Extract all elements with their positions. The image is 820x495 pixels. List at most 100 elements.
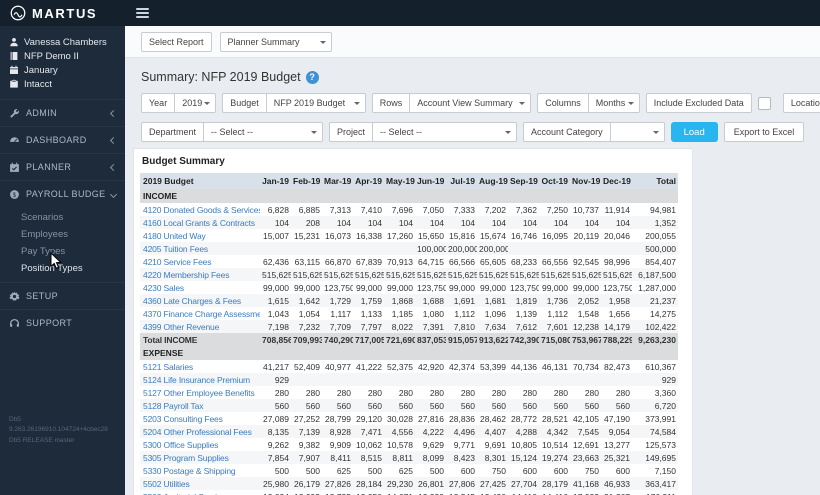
select-report-button[interactable]: Select Report — [141, 31, 212, 52]
row-total: 200,055 — [645, 230, 676, 241]
account-link[interactable]: 5203 Consulting Fees — [143, 414, 223, 424]
report-select[interactable]: Planner Summary — [219, 31, 332, 52]
sidebar-item-dashboard[interactable]: DASHBOARD — [0, 126, 125, 153]
year-select[interactable]: 2019 — [174, 93, 217, 113]
help-icon[interactable]: ? — [305, 70, 319, 84]
month-value: 1,096 — [484, 308, 506, 319]
month-value: 20,119 — [573, 230, 599, 241]
sidebar-item-admin[interactable]: ADMIN — [0, 99, 125, 126]
month-value: 1,117 — [330, 308, 351, 319]
month-value: 53,399 — [480, 361, 506, 372]
row-total: 1,287,000 — [638, 282, 676, 293]
month-value: 717,005 — [353, 333, 384, 346]
include-excluded-checkbox[interactable] — [757, 96, 771, 110]
sidebar-user-info: Vanessa Chambers NFP Demo II January Intacc… — [0, 26, 125, 99]
month-value: 16,095 — [542, 230, 568, 241]
account-link[interactable]: 4230 Sales — [143, 283, 184, 293]
month-value: 99,000 — [449, 282, 475, 293]
sidebar-item-planner[interactable]: PLANNER — [0, 153, 125, 180]
month-value: 41,168 — [570, 477, 601, 490]
account-link[interactable]: 5128 Payroll Tax — [143, 401, 203, 411]
month-value: 7,601 — [539, 320, 570, 333]
columns-select[interactable]: Months — [587, 93, 640, 113]
sidebar-subitem-position-types[interactable]: Position Types — [0, 260, 125, 277]
project-label: Project — [329, 122, 373, 142]
month-value: 560 — [322, 399, 353, 412]
account-link[interactable]: 5204 Other Professional Fees — [143, 427, 252, 437]
sidebar-submenu: Scenarios Employees Pay Types Position Type… — [0, 207, 125, 282]
account-link[interactable]: 5124 Life Insurance Premium — [143, 375, 250, 385]
account-link[interactable]: 5127 Other Employee Benefits — [143, 388, 255, 398]
month-value: 280 — [584, 387, 599, 398]
month-value: 750 — [584, 465, 599, 476]
sidebar-item-setup[interactable]: SETUP — [0, 282, 125, 309]
version-line: Db5 RELEASE master — [9, 436, 75, 444]
columns-label: Columns — [537, 93, 588, 113]
row-total: 7,150 — [654, 465, 676, 476]
rows-select[interactable]: Account View Summary — [409, 93, 532, 113]
book-icon — [9, 51, 19, 61]
account-link[interactable]: 5300 Office Supplies — [143, 440, 218, 450]
month-value: 13,735 — [322, 490, 353, 495]
user-info-user-name: Vanessa Chambers — [9, 35, 121, 49]
project-select[interactable]: -- Select -- — [372, 122, 518, 142]
sidebar-item-support[interactable]: SUPPORT — [0, 309, 125, 336]
table-row: 5121 Salaries 41,217 52,409 40,977 41,222 52,… — [140, 360, 678, 373]
filter-row-2: Department -- Select -- Project -- Selec… — [141, 122, 812, 142]
month-value: 7,050 — [422, 204, 444, 215]
month-value: 1,681 — [477, 294, 508, 307]
month-value: 1,080 — [422, 308, 444, 319]
account-link[interactable]: 4180 United Way — [143, 231, 206, 241]
table-title: Budget Summary — [142, 156, 225, 167]
account-link[interactable]: 5502 Utilities — [143, 479, 190, 489]
account-link[interactable]: 5305 Program Supplies — [143, 453, 229, 463]
month-value: 70,913 — [387, 256, 413, 267]
sidebar-item-label: ADMIN — [26, 108, 57, 118]
account-link[interactable]: 4370 Finance Charge Assessments — [143, 309, 260, 319]
account-category-select[interactable] — [609, 122, 665, 142]
month-value: 2,052 — [570, 294, 601, 307]
sidebar-item-payroll-budgeting[interactable]: $ PAYROLL BUDGETING — [0, 180, 125, 207]
month-value: 16,746 — [511, 230, 537, 241]
load-button[interactable]: Load — [670, 122, 718, 142]
table-row: 4230 Sales 99,000 99,000 123,750 99,000 99,00… — [140, 281, 678, 294]
row-total: 363,417 — [632, 477, 678, 490]
account-link[interactable]: 4205 Tuition Fees — [143, 244, 208, 254]
table-row: 4180 United Way 15,007 15,231 16,073 16,338 1… — [140, 229, 678, 242]
month-value: 66,556 — [542, 256, 568, 267]
page-title-row: Summary: NFP 2019 Budget ? — [141, 70, 820, 84]
account-link[interactable]: 4160 Local Grants & Contracts — [143, 218, 255, 228]
account-link[interactable]: 4120 Donated Goods & Services — [143, 205, 260, 215]
export-to-excel-button[interactable]: Export to Excel — [723, 122, 805, 142]
sidebar-subitem-scenarios[interactable]: Scenarios — [0, 209, 125, 226]
month-value: 29,230 — [384, 477, 415, 490]
row-total: 6,720 — [632, 399, 678, 412]
month-value: 26,801 — [415, 477, 446, 490]
hamburger-icon[interactable] — [136, 6, 149, 20]
department-select[interactable]: -- Select -- — [203, 122, 324, 142]
row-total: 6,187,500 — [632, 268, 678, 281]
chevron-left-icon — [109, 136, 118, 144]
account-link[interactable]: 4210 Service Fees — [143, 257, 211, 267]
location-button[interactable]: Location — [782, 93, 820, 113]
year-filter: Year 2019 — [141, 93, 217, 113]
month-value: 46,933 — [601, 477, 632, 490]
sidebar-subitem-employees[interactable]: Employees — [0, 226, 125, 243]
table-row: 4160 Local Grants & Contracts 104 208 104 10… — [140, 216, 678, 229]
column-header: 2019 Budget — [140, 173, 260, 189]
budget-select[interactable]: NFP 2019 Budget — [265, 93, 366, 113]
month-value: 12,238 — [570, 320, 601, 333]
account-link[interactable]: 4399 Other Revenue — [143, 322, 219, 332]
account-link[interactable]: 5121 Salaries — [143, 362, 193, 372]
table-row: 4210 Service Fees 62,436 63,115 66,870 67,83… — [140, 255, 678, 268]
account-link[interactable]: 5330 Postage & Shipping — [143, 466, 236, 476]
month-value: 515,625 — [291, 268, 322, 281]
month-value: 27,704 — [508, 477, 539, 490]
account-link[interactable]: 5503 Janitorial Services — [143, 492, 230, 495]
month-value: 44,136 — [511, 361, 537, 372]
sidebar-subitem-pay-types[interactable]: Pay Types — [0, 243, 125, 260]
account-link[interactable]: 4220 Membership Fees — [143, 270, 229, 280]
month-value — [291, 373, 322, 386]
month-value: 1,054 — [298, 308, 320, 319]
account-link[interactable]: 4360 Late Charges & Fees — [143, 296, 241, 306]
